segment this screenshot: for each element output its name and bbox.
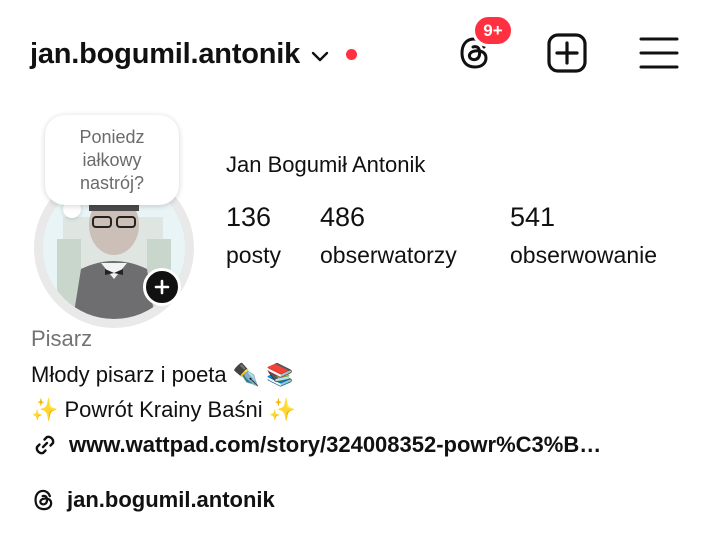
plus-icon xyxy=(154,279,170,295)
posts-label: posty xyxy=(226,242,281,268)
threads-handle: jan.bogumil.antonik xyxy=(67,487,275,512)
menu-button[interactable] xyxy=(636,30,682,76)
create-button[interactable] xyxy=(544,30,590,76)
note-bubble[interactable]: Poniedz iałkowy nastrój? xyxy=(45,115,179,205)
account-switcher[interactable]: jan.bogumil.antonik xyxy=(30,32,358,76)
full-name: Jan Bogumił Antonik xyxy=(226,152,426,177)
profile-category: Pisarz xyxy=(31,326,93,351)
create-plus-icon xyxy=(547,33,587,73)
threads-profile-link[interactable]: jan.bogumil.antonik xyxy=(31,487,275,513)
bio-line-2: ✨ Powrót Krainy Baśni ✨ xyxy=(31,397,297,422)
bio-link[interactable]: www.wattpad.com/story/324008352-powr%C3%… xyxy=(31,431,681,459)
unread-dot xyxy=(346,48,358,60)
profile-page: jan.bogumil.antonik 9+ Poniedz iałkowy n… xyxy=(0,0,720,536)
bio-line-1: Młody pisarz i poeta ✒️ 📚 xyxy=(31,362,294,387)
hamburger-menu-icon xyxy=(639,37,679,69)
bio-link-text: www.wattpad.com/story/324008352-powr%C3%… xyxy=(69,432,602,457)
stat-followers[interactable]: 486 obserwatorzy xyxy=(320,200,457,270)
stat-following[interactable]: 541 obserwowanie xyxy=(510,200,657,270)
link-icon xyxy=(35,435,55,455)
following-label: obserwowanie xyxy=(510,242,658,268)
chevron-down-icon xyxy=(311,51,329,62)
followers-count: 486 xyxy=(320,202,366,232)
notification-badge: 9+ xyxy=(472,14,514,47)
stat-posts[interactable]: 136 posty xyxy=(226,200,281,270)
followers-label: obserwatorzy xyxy=(320,242,457,268)
note-text: Poniedz iałkowy nastrój? xyxy=(79,126,145,193)
add-story-button[interactable] xyxy=(143,268,181,306)
profile-header: jan.bogumil.antonik 9+ xyxy=(0,0,720,100)
username-title: jan.bogumil.antonik xyxy=(30,37,301,70)
posts-count: 136 xyxy=(226,202,272,232)
following-count: 541 xyxy=(510,202,556,232)
threads-icon xyxy=(34,489,53,511)
